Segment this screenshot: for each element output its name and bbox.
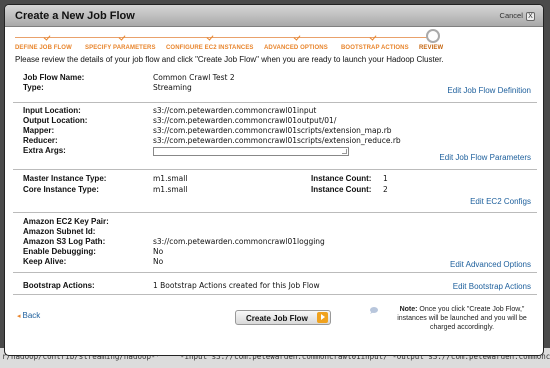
step-review: REVIEW xyxy=(419,45,444,51)
field-label: Extra Args: xyxy=(23,146,66,155)
field-value: s3://com.petewarden.commoncrawl01logging xyxy=(153,237,325,246)
cancel-label: Cancel xyxy=(499,11,523,20)
create-job-flow-label: Create Job Flow xyxy=(246,314,308,323)
create-job-flow-dialog: Create a New Job Flow Cancel X DEFINE JO… xyxy=(4,4,544,356)
field-value: Common Crawl Test 2 xyxy=(153,73,235,82)
step-bootstrap-actions[interactable]: BOOTSTRAP ACTIONS xyxy=(341,45,409,51)
field-label: Enable Debugging: xyxy=(23,247,96,256)
step-specify-parameters[interactable]: SPECIFY PARAMETERS xyxy=(85,45,156,51)
info-icon xyxy=(370,307,378,314)
close-icon[interactable]: X xyxy=(526,12,535,21)
core-instance-type-label: Core Instance Type: xyxy=(23,185,99,194)
create-job-flow-button[interactable]: Create Job Flow xyxy=(235,310,331,325)
master-instance-count-label: Instance Count: xyxy=(311,174,372,183)
launch-note: Note: Once you click "Create Job Flow," … xyxy=(388,305,536,332)
master-instance-type-value: m1.small xyxy=(153,174,188,183)
play-arrow-icon xyxy=(317,312,328,323)
step-check-icon xyxy=(207,34,214,41)
back-label: Back xyxy=(22,311,41,320)
master-instance-type-label: Master Instance Type: xyxy=(23,174,107,183)
field-value: s3://com.petewarden.commoncrawl01output/… xyxy=(153,116,337,125)
step-check-icon xyxy=(44,34,51,41)
master-instance-count-value: 1 xyxy=(383,174,388,183)
current-step-icon xyxy=(426,29,440,43)
edit-job-flow-parameters-link[interactable]: Edit Job Flow Parameters xyxy=(439,153,531,162)
field-label: Reducer: xyxy=(23,136,58,145)
step-check-icon xyxy=(294,34,301,41)
field-label: Amazon Subnet Id: xyxy=(23,227,96,236)
field-label: Job Flow Name: xyxy=(23,73,85,82)
dialog-title: Create a New Job Flow xyxy=(15,10,135,22)
field-label: Input Location: xyxy=(23,106,81,115)
section-bootstrap-actions: Bootstrap Actions: 1 Bootstrap Actions c… xyxy=(13,273,537,295)
core-instance-type-value: m1.small xyxy=(153,185,188,194)
step-define-job-flow[interactable]: DEFINE JOB FLOW xyxy=(15,45,72,51)
section-job-flow-parameters: Input Location: s3://com.petewarden.comm… xyxy=(13,103,537,170)
dialog-header: Create a New Job Flow Cancel X xyxy=(5,5,543,27)
step-check-icon xyxy=(119,34,126,41)
extra-args-field[interactable] xyxy=(153,147,349,156)
section-advanced-options: Amazon EC2 Key Pair: Amazon Subnet Id: A… xyxy=(13,213,537,273)
edit-ec2-configs-link[interactable]: Edit EC2 Configs xyxy=(470,197,531,206)
field-value: Streaming xyxy=(153,83,192,92)
back-button[interactable]: ◂ Back xyxy=(17,311,40,320)
note-label: Note: xyxy=(399,306,418,313)
intro-text: Please review the details of your job fl… xyxy=(15,55,444,64)
field-label: Keep Alive: xyxy=(23,257,67,266)
field-value: No xyxy=(153,257,164,266)
field-label: Amazon EC2 Key Pair: xyxy=(23,217,109,226)
core-instance-count-label: Instance Count: xyxy=(311,185,372,194)
step-check-icon xyxy=(370,34,377,41)
field-label: Amazon S3 Log Path: xyxy=(23,237,106,246)
field-value: s3://com.petewarden.commoncrawl01input xyxy=(153,106,317,115)
wizard-progress: DEFINE JOB FLOW SPECIFY PARAMETERS CONFI… xyxy=(5,27,543,51)
field-value: s3://com.petewarden.commoncrawl01scripts… xyxy=(153,136,401,145)
step-configure-ec2[interactable]: CONFIGURE EC2 INSTANCES xyxy=(166,45,254,51)
note-text: Once you click "Create Job Flow," instan… xyxy=(397,306,527,331)
edit-bootstrap-actions-link[interactable]: Edit Bootstrap Actions xyxy=(453,282,531,291)
edit-advanced-options-link[interactable]: Edit Advanced Options xyxy=(450,260,531,269)
field-value: s3://com.petewarden.commoncrawl01scripts… xyxy=(153,126,392,135)
back-arrow-icon: ◂ xyxy=(17,313,21,320)
section-ec2-configs: Master Instance Type: m1.small Instance … xyxy=(13,170,537,213)
cancel-button[interactable]: Cancel X xyxy=(500,11,535,21)
field-label: Type: xyxy=(23,83,44,92)
field-label: Output Location: xyxy=(23,116,88,125)
field-label: Mapper: xyxy=(23,126,55,135)
step-advanced-options[interactable]: ADVANCED OPTIONS xyxy=(264,45,328,51)
edit-job-flow-definition-link[interactable]: Edit Job Flow Definition xyxy=(447,86,531,95)
section-job-flow-definition: Job Flow Name: Common Crawl Test 2 Type:… xyxy=(13,67,537,103)
core-instance-count-value: 2 xyxy=(383,185,388,194)
field-value: No xyxy=(153,247,164,256)
bootstrap-actions-value: 1 Bootstrap Actions created for this Job… xyxy=(153,281,320,290)
bootstrap-actions-label: Bootstrap Actions: xyxy=(23,281,95,290)
